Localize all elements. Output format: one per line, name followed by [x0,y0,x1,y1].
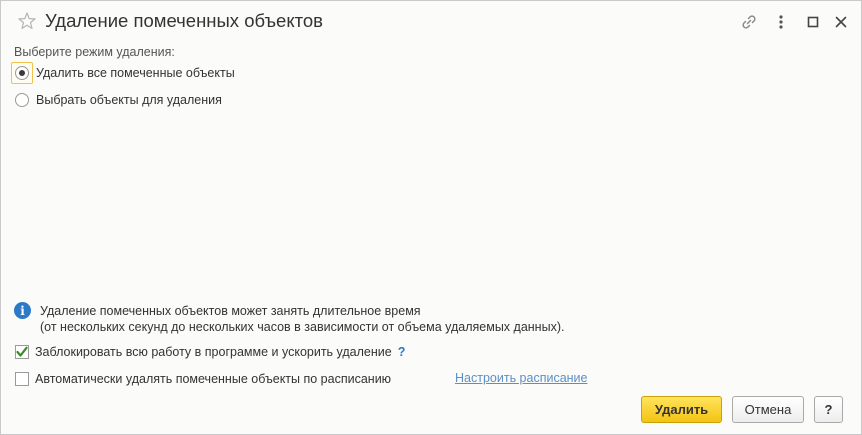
radio-focus-frame [11,62,33,84]
cancel-button[interactable]: Отмена [732,396,804,423]
radio-focus-frame [11,89,33,111]
more-vertical-icon[interactable] [771,12,791,32]
radio-delete-all-label: Удалить все помеченные объекты [36,66,235,80]
info-icon: i [14,302,31,319]
mode-label: Выберите режим удаления: [14,45,175,59]
info-text-line-1: Удаление помеченных объектов может занят… [40,304,421,318]
info-text-line-2: (от нескольких секунд до нескольких часо… [40,320,565,334]
star-icon[interactable] [17,11,37,31]
lock-work-help-icon[interactable]: ? [398,345,406,359]
lock-work-label[interactable]: Заблокировать всю работу в программе и у… [35,345,392,359]
dialog-window: Удаление помеченных объектов Выберите ре… [0,0,862,435]
radio-select-objects-label: Выбрать объекты для удаления [36,93,222,107]
lock-work-option: Заблокировать всю работу в программе и у… [15,343,405,361]
auto-delete-checkbox[interactable] [15,372,29,386]
dialog-title: Удаление помеченных объектов [45,10,324,31]
configure-schedule-link[interactable]: Настроить расписание [455,371,588,385]
auto-delete-label[interactable]: Автоматически удалять помеченные объекты… [35,372,391,386]
dialog-header: Удаление помеченных объектов [1,1,861,43]
radio-select-objects[interactable]: Выбрать объекты для удаления [11,89,222,111]
help-button[interactable]: ? [814,396,843,423]
lock-work-checkbox[interactable] [15,345,29,359]
delete-button[interactable]: Удалить [641,396,722,423]
maximize-icon[interactable] [803,12,823,32]
radio-button-selected[interactable] [15,66,29,80]
checkmark-icon [16,346,28,357]
link-icon[interactable] [739,12,759,32]
radio-delete-all[interactable]: Удалить все помеченные объекты [11,62,235,84]
close-icon[interactable] [831,12,851,32]
auto-delete-option: Автоматически удалять помеченные объекты… [15,370,391,388]
radio-button[interactable] [15,93,29,107]
